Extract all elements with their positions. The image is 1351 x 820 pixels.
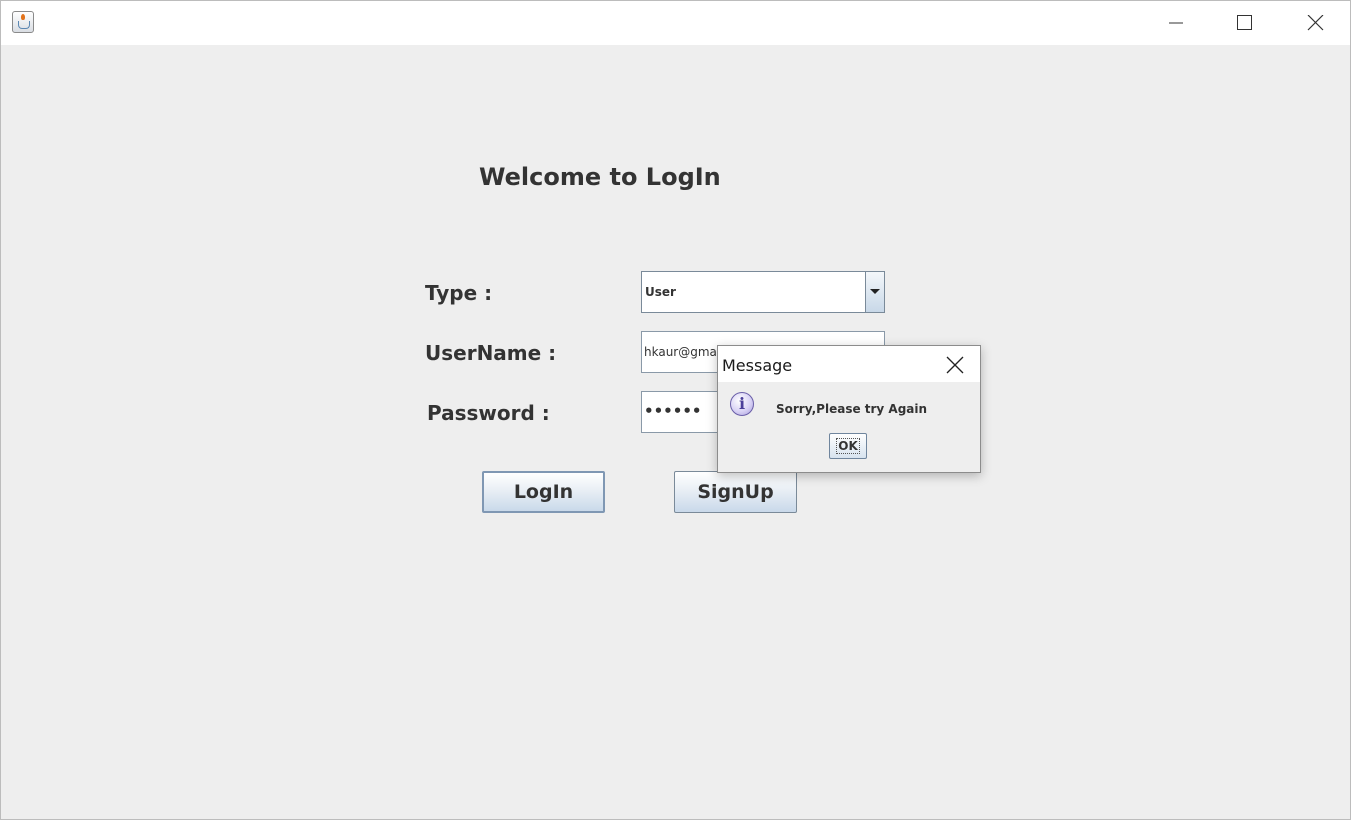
ok-button-label: OK [836, 438, 860, 454]
close-icon [946, 356, 964, 374]
java-app-icon[interactable] [12, 11, 34, 33]
message-dialog: Message i Sorry,Please try Again OK [717, 345, 981, 473]
close-icon [1307, 15, 1324, 31]
flame-shape [21, 14, 25, 20]
chevron-down-icon [870, 289, 880, 294]
minimize-button[interactable] [1153, 1, 1199, 45]
close-button[interactable] [1293, 1, 1339, 45]
type-dropdown[interactable]: User [641, 271, 885, 313]
minimize-icon [1169, 22, 1183, 24]
info-icon: i [730, 392, 754, 416]
username-field-value: hkaur@gmail [644, 345, 724, 359]
username-label: UserName : [425, 341, 557, 365]
signup-button[interactable]: SignUp [674, 471, 797, 513]
login-button[interactable]: LogIn [482, 471, 605, 513]
maximize-button[interactable] [1222, 1, 1268, 45]
dropdown-arrow-button[interactable] [865, 272, 884, 312]
ok-button[interactable]: OK [829, 433, 867, 459]
dialog-title: Message [722, 356, 793, 375]
password-label: Password : [427, 401, 550, 425]
dialog-close-button[interactable] [944, 354, 966, 376]
type-dropdown-value: User [645, 285, 676, 299]
maximize-icon [1237, 15, 1252, 30]
page-title: Welcome to LogIn [479, 163, 721, 191]
password-field-value: •••••• [644, 402, 702, 420]
title-bar [1, 1, 1350, 45]
cup-shape [18, 21, 30, 29]
type-label: Type : [425, 281, 493, 305]
dialog-title-bar: Message [718, 346, 980, 382]
dialog-message: Sorry,Please try Again [776, 402, 928, 416]
